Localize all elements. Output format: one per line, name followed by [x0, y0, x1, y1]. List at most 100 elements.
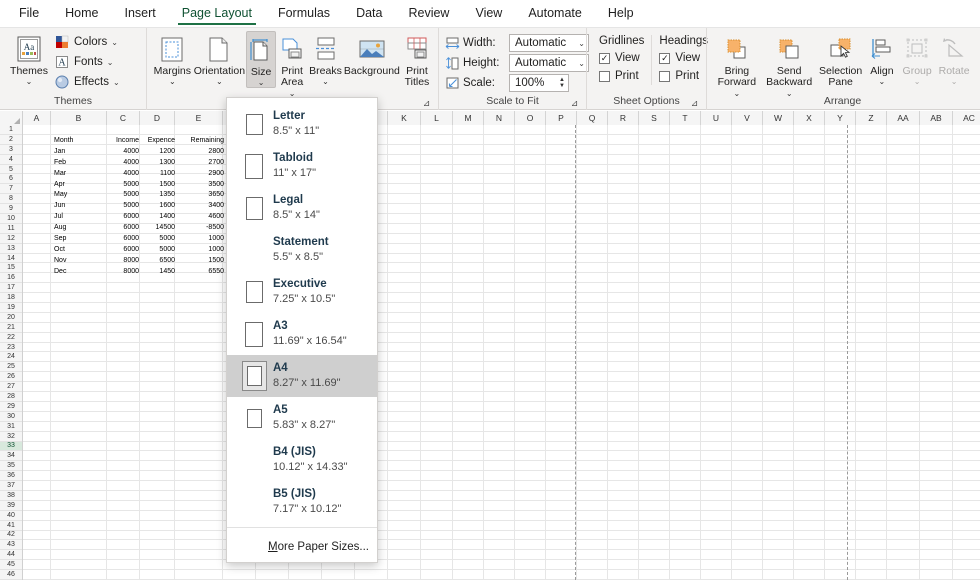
- cell-AA44[interactable]: [887, 550, 920, 561]
- cell-E34[interactable]: [175, 451, 223, 462]
- cell-Q29[interactable]: [577, 401, 608, 412]
- cell-D43[interactable]: [140, 540, 175, 551]
- cell-AB32[interactable]: [920, 431, 953, 442]
- grid-row[interactable]: [23, 312, 980, 323]
- cell-Q28[interactable]: [577, 392, 608, 402]
- cell-S41[interactable]: [639, 520, 670, 531]
- cell-AA29[interactable]: [887, 401, 920, 412]
- cell-D30[interactable]: [140, 411, 175, 422]
- cell-Y35[interactable]: [825, 461, 856, 472]
- cell-V18[interactable]: [732, 293, 763, 304]
- cell-K2[interactable]: [388, 134, 421, 145]
- cell-T43[interactable]: [670, 540, 701, 551]
- cell-M32[interactable]: [453, 431, 484, 442]
- cell-O32[interactable]: [515, 431, 546, 442]
- cell-T12[interactable]: [670, 233, 701, 244]
- cell-X40[interactable]: [794, 510, 825, 521]
- cell-R2[interactable]: [608, 134, 639, 145]
- cell-Y32[interactable]: [825, 431, 856, 442]
- cell-P39[interactable]: [546, 500, 577, 511]
- cell-AB21[interactable]: [920, 322, 953, 333]
- cell-Y25[interactable]: [825, 362, 856, 373]
- cell-B29[interactable]: [51, 401, 107, 412]
- cell-K32[interactable]: [388, 431, 421, 442]
- cell-S32[interactable]: [639, 431, 670, 442]
- cell-W35[interactable]: [763, 461, 794, 472]
- cell-AC15[interactable]: [953, 263, 980, 273]
- chevron-down-icon[interactable]: ⌄: [578, 39, 585, 48]
- cell-A2[interactable]: [23, 134, 51, 145]
- cell-A3[interactable]: [23, 144, 51, 155]
- cell-Z6[interactable]: [856, 174, 887, 185]
- cell-E41[interactable]: [175, 520, 223, 531]
- cell-X25[interactable]: [794, 362, 825, 373]
- cell-Z10[interactable]: [856, 214, 887, 224]
- cell-AA19[interactable]: [887, 303, 920, 313]
- cell-T16[interactable]: [670, 273, 701, 284]
- cell-Q42[interactable]: [577, 530, 608, 541]
- cell-Z3[interactable]: [856, 144, 887, 155]
- cell-E20[interactable]: [175, 312, 223, 323]
- cell-S45[interactable]: [639, 560, 670, 571]
- cell-U11[interactable]: [701, 223, 732, 234]
- cell-O19[interactable]: [515, 303, 546, 313]
- cell-K15[interactable]: [388, 263, 421, 274]
- cell-V41[interactable]: [732, 520, 763, 531]
- cell-L41[interactable]: [421, 520, 453, 531]
- cell-O25[interactable]: [515, 362, 546, 373]
- cell-T26[interactable]: [670, 372, 701, 383]
- cell-R11[interactable]: [608, 223, 639, 234]
- cell-N45[interactable]: [484, 560, 515, 571]
- column-header-Z[interactable]: Z: [856, 111, 887, 125]
- cell-U19[interactable]: [701, 303, 732, 313]
- cell-X46[interactable]: [794, 570, 825, 580]
- cell-AC18[interactable]: [953, 293, 980, 303]
- cell-Z46[interactable]: [856, 570, 887, 580]
- cell-E26[interactable]: [175, 372, 223, 383]
- cell-O14[interactable]: [515, 253, 546, 264]
- cell-T5[interactable]: [670, 164, 701, 175]
- cell-AB2[interactable]: [920, 134, 953, 145]
- grid-row[interactable]: [23, 560, 980, 571]
- cell-V23[interactable]: [732, 342, 763, 353]
- column-header-V[interactable]: V: [732, 111, 763, 125]
- grid-row[interactable]: [23, 332, 980, 343]
- cell-U8[interactable]: [701, 194, 732, 205]
- cell-X5[interactable]: [794, 164, 825, 175]
- cell-AC25[interactable]: [953, 362, 980, 372]
- cell-X26[interactable]: [794, 372, 825, 383]
- cell-U41[interactable]: [701, 520, 732, 531]
- cell-C38[interactable]: [107, 490, 140, 501]
- cell-Z43[interactable]: [856, 540, 887, 551]
- cell-Z41[interactable]: [856, 520, 887, 531]
- cell-S46[interactable]: [639, 570, 670, 580]
- cell-P29[interactable]: [546, 401, 577, 412]
- cell-Q37[interactable]: [577, 481, 608, 491]
- page-setup-dialog-launcher-icon[interactable]: ⊿: [422, 99, 431, 108]
- cell-C34[interactable]: [107, 451, 140, 462]
- cell-Z14[interactable]: [856, 253, 887, 264]
- cell-R14[interactable]: [608, 253, 639, 264]
- cell-Z22[interactable]: [856, 332, 887, 343]
- cell-T45[interactable]: [670, 560, 701, 571]
- cell-N11[interactable]: [484, 223, 515, 234]
- cell-K40[interactable]: [388, 510, 421, 521]
- cell-V45[interactable]: [732, 560, 763, 571]
- cell-A39[interactable]: [23, 500, 51, 511]
- cell-D24[interactable]: [140, 352, 175, 363]
- cell-T36[interactable]: [670, 471, 701, 482]
- cell-O13[interactable]: [515, 243, 546, 254]
- cell-S12[interactable]: [639, 233, 670, 244]
- cell-P5[interactable]: [546, 164, 577, 175]
- cell-M31[interactable]: [453, 421, 484, 432]
- cell-A1[interactable]: [23, 125, 51, 135]
- cell-Y31[interactable]: [825, 421, 856, 432]
- cell-A24[interactable]: [23, 352, 51, 363]
- cell-AB42[interactable]: [920, 530, 953, 541]
- cell-M6[interactable]: [453, 174, 484, 185]
- grid-row[interactable]: [23, 500, 980, 511]
- tab-data[interactable]: Data: [343, 1, 395, 26]
- cell-Q1[interactable]: [577, 125, 608, 135]
- row-header-46[interactable]: 46: [0, 570, 22, 580]
- cell-AA18[interactable]: [887, 293, 920, 304]
